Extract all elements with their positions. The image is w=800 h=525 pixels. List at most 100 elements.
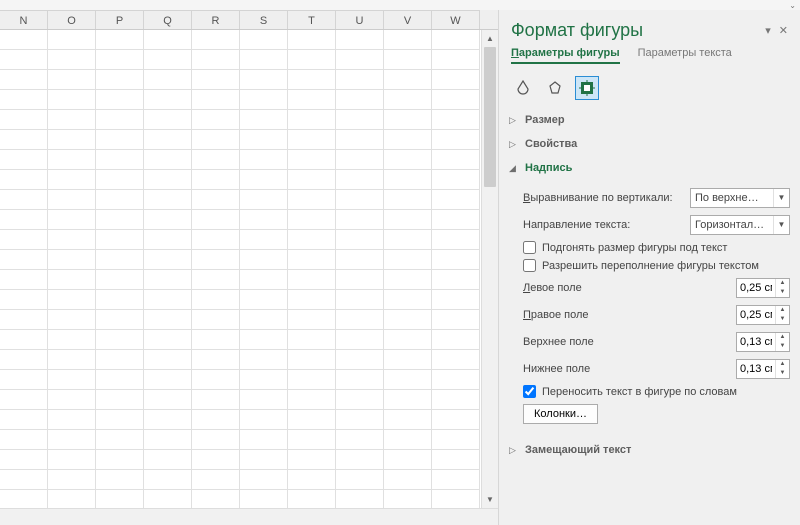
cell[interactable]	[0, 410, 48, 430]
cell[interactable]	[336, 190, 384, 210]
cell[interactable]	[48, 30, 96, 50]
cell[interactable]	[288, 450, 336, 470]
cell[interactable]	[336, 430, 384, 450]
cell[interactable]	[0, 390, 48, 410]
cell[interactable]	[384, 170, 432, 190]
cell[interactable]	[240, 110, 288, 130]
cell[interactable]	[288, 310, 336, 330]
cell[interactable]	[96, 430, 144, 450]
cell[interactable]	[336, 290, 384, 310]
cell[interactable]	[96, 470, 144, 490]
cell[interactable]	[384, 270, 432, 290]
cell[interactable]	[192, 170, 240, 190]
cell[interactable]	[192, 390, 240, 410]
cell[interactable]	[96, 290, 144, 310]
cell[interactable]	[240, 390, 288, 410]
cell[interactable]	[432, 230, 480, 250]
cell[interactable]	[0, 270, 48, 290]
cell[interactable]	[336, 450, 384, 470]
cell[interactable]	[144, 350, 192, 370]
cell[interactable]	[192, 450, 240, 470]
cell[interactable]	[432, 430, 480, 450]
cell[interactable]	[384, 490, 432, 508]
cell[interactable]	[48, 170, 96, 190]
cell[interactable]	[288, 290, 336, 310]
cell[interactable]	[288, 410, 336, 430]
spin-up-icon[interactable]: ▲	[776, 279, 789, 288]
cell[interactable]	[384, 230, 432, 250]
grid-rows[interactable]	[0, 30, 481, 508]
cell[interactable]	[48, 230, 96, 250]
cell[interactable]	[432, 450, 480, 470]
cell[interactable]	[48, 350, 96, 370]
cell[interactable]	[48, 450, 96, 470]
cell[interactable]	[384, 470, 432, 490]
cell[interactable]	[96, 410, 144, 430]
cell[interactable]	[48, 150, 96, 170]
cell[interactable]	[432, 30, 480, 50]
cell[interactable]	[96, 230, 144, 250]
cell[interactable]	[240, 490, 288, 508]
cell[interactable]	[288, 130, 336, 150]
column-header[interactable]: Q	[144, 10, 192, 29]
cell[interactable]	[144, 290, 192, 310]
cell[interactable]	[0, 190, 48, 210]
cell[interactable]	[192, 330, 240, 350]
cell[interactable]	[336, 490, 384, 508]
column-header[interactable]: W	[432, 10, 480, 29]
cell[interactable]	[192, 190, 240, 210]
cell[interactable]	[288, 50, 336, 70]
scroll-thumb[interactable]	[484, 47, 496, 187]
cell[interactable]	[48, 270, 96, 290]
cell[interactable]	[240, 230, 288, 250]
column-header[interactable]: S	[240, 10, 288, 29]
cell[interactable]	[432, 290, 480, 310]
cell[interactable]	[288, 370, 336, 390]
column-header[interactable]: V	[384, 10, 432, 29]
cell[interactable]	[96, 70, 144, 90]
cell[interactable]	[144, 250, 192, 270]
cell[interactable]	[240, 90, 288, 110]
cell[interactable]	[288, 490, 336, 508]
section-textbox-header[interactable]: ◢ Надпись	[507, 158, 790, 178]
cell[interactable]	[192, 290, 240, 310]
cell[interactable]	[240, 350, 288, 370]
cell[interactable]	[48, 410, 96, 430]
cell[interactable]	[240, 50, 288, 70]
tab-text-options[interactable]: Параметры текста	[638, 47, 732, 64]
pane-dropdown-icon[interactable]: ▾	[765, 24, 771, 37]
cell[interactable]	[432, 490, 480, 508]
cell[interactable]	[144, 370, 192, 390]
cell[interactable]	[192, 110, 240, 130]
cell[interactable]	[96, 270, 144, 290]
cell[interactable]	[48, 90, 96, 110]
cell[interactable]	[192, 430, 240, 450]
cell[interactable]	[240, 470, 288, 490]
cell[interactable]	[288, 190, 336, 210]
cell[interactable]	[384, 450, 432, 470]
cell[interactable]	[144, 190, 192, 210]
cell[interactable]	[0, 350, 48, 370]
column-header[interactable]: R	[192, 10, 240, 29]
cell[interactable]	[48, 210, 96, 230]
cell[interactable]	[336, 390, 384, 410]
cell[interactable]	[384, 210, 432, 230]
cell[interactable]	[144, 270, 192, 290]
cell[interactable]	[384, 430, 432, 450]
cell[interactable]	[192, 250, 240, 270]
cell[interactable]	[48, 110, 96, 130]
pane-close-icon[interactable]: ✕	[779, 24, 788, 37]
cell[interactable]	[432, 310, 480, 330]
cell[interactable]	[336, 350, 384, 370]
cell[interactable]	[96, 110, 144, 130]
cell[interactable]	[432, 150, 480, 170]
cell[interactable]	[0, 130, 48, 150]
spin-left-margin[interactable]: ▲▼	[736, 278, 790, 298]
cell[interactable]	[336, 310, 384, 330]
cell[interactable]	[48, 190, 96, 210]
cell[interactable]	[336, 210, 384, 230]
input-right-margin[interactable]	[737, 306, 775, 324]
cell[interactable]	[336, 330, 384, 350]
cell[interactable]	[384, 370, 432, 390]
cell[interactable]	[96, 450, 144, 470]
